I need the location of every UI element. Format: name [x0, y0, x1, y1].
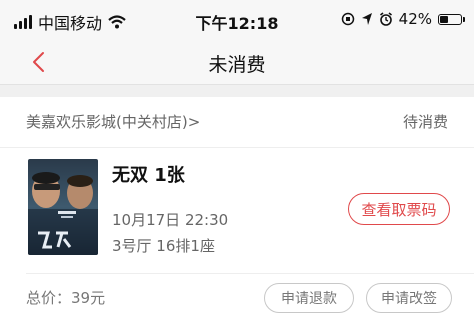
cinema-name: 美嘉欢乐影城(中关村店)	[26, 113, 188, 131]
orientation-lock-icon	[341, 12, 354, 26]
reschedule-button[interactable]: 申请改签	[366, 283, 452, 313]
movie-poster	[28, 159, 98, 255]
cinema-row[interactable]: 美嘉欢乐影城(中关村店)> 待消费	[0, 97, 474, 148]
status-right: 42%	[341, 10, 465, 28]
refund-button[interactable]: 申请退款	[264, 283, 354, 313]
battery-icon	[438, 13, 465, 25]
divider	[26, 273, 474, 274]
location-icon	[361, 13, 372, 25]
seat-info: 3号厅 16排1座	[112, 237, 215, 255]
total-price: 总价：39元	[26, 289, 106, 307]
alarm-icon	[379, 12, 392, 26]
poster-image	[28, 159, 98, 255]
order-card[interactable]: 美嘉欢乐影城(中关村店)> 待消费 无双 1张 10月17日 22:30 3号厅…	[0, 97, 474, 327]
cinema-name-link[interactable]: 美嘉欢乐影城(中关村店)>	[26, 111, 200, 132]
view-ticket-code-button[interactable]: 查看取票码	[348, 193, 450, 225]
section-spacer	[0, 85, 474, 97]
nav-bar: 未消费	[0, 40, 474, 85]
order-status: 待消费	[402, 113, 448, 131]
movie-title: 无双 1张	[112, 165, 185, 186]
status-bar: 中国移动 下午12:18 42%	[0, 0, 474, 40]
page-title: 未消费	[208, 54, 266, 76]
chevron-right-icon: >	[187, 113, 201, 131]
show-time: 10月17日 22:30	[112, 211, 229, 229]
battery-percent: 42%	[398, 10, 432, 28]
battery-fill	[440, 15, 448, 23]
